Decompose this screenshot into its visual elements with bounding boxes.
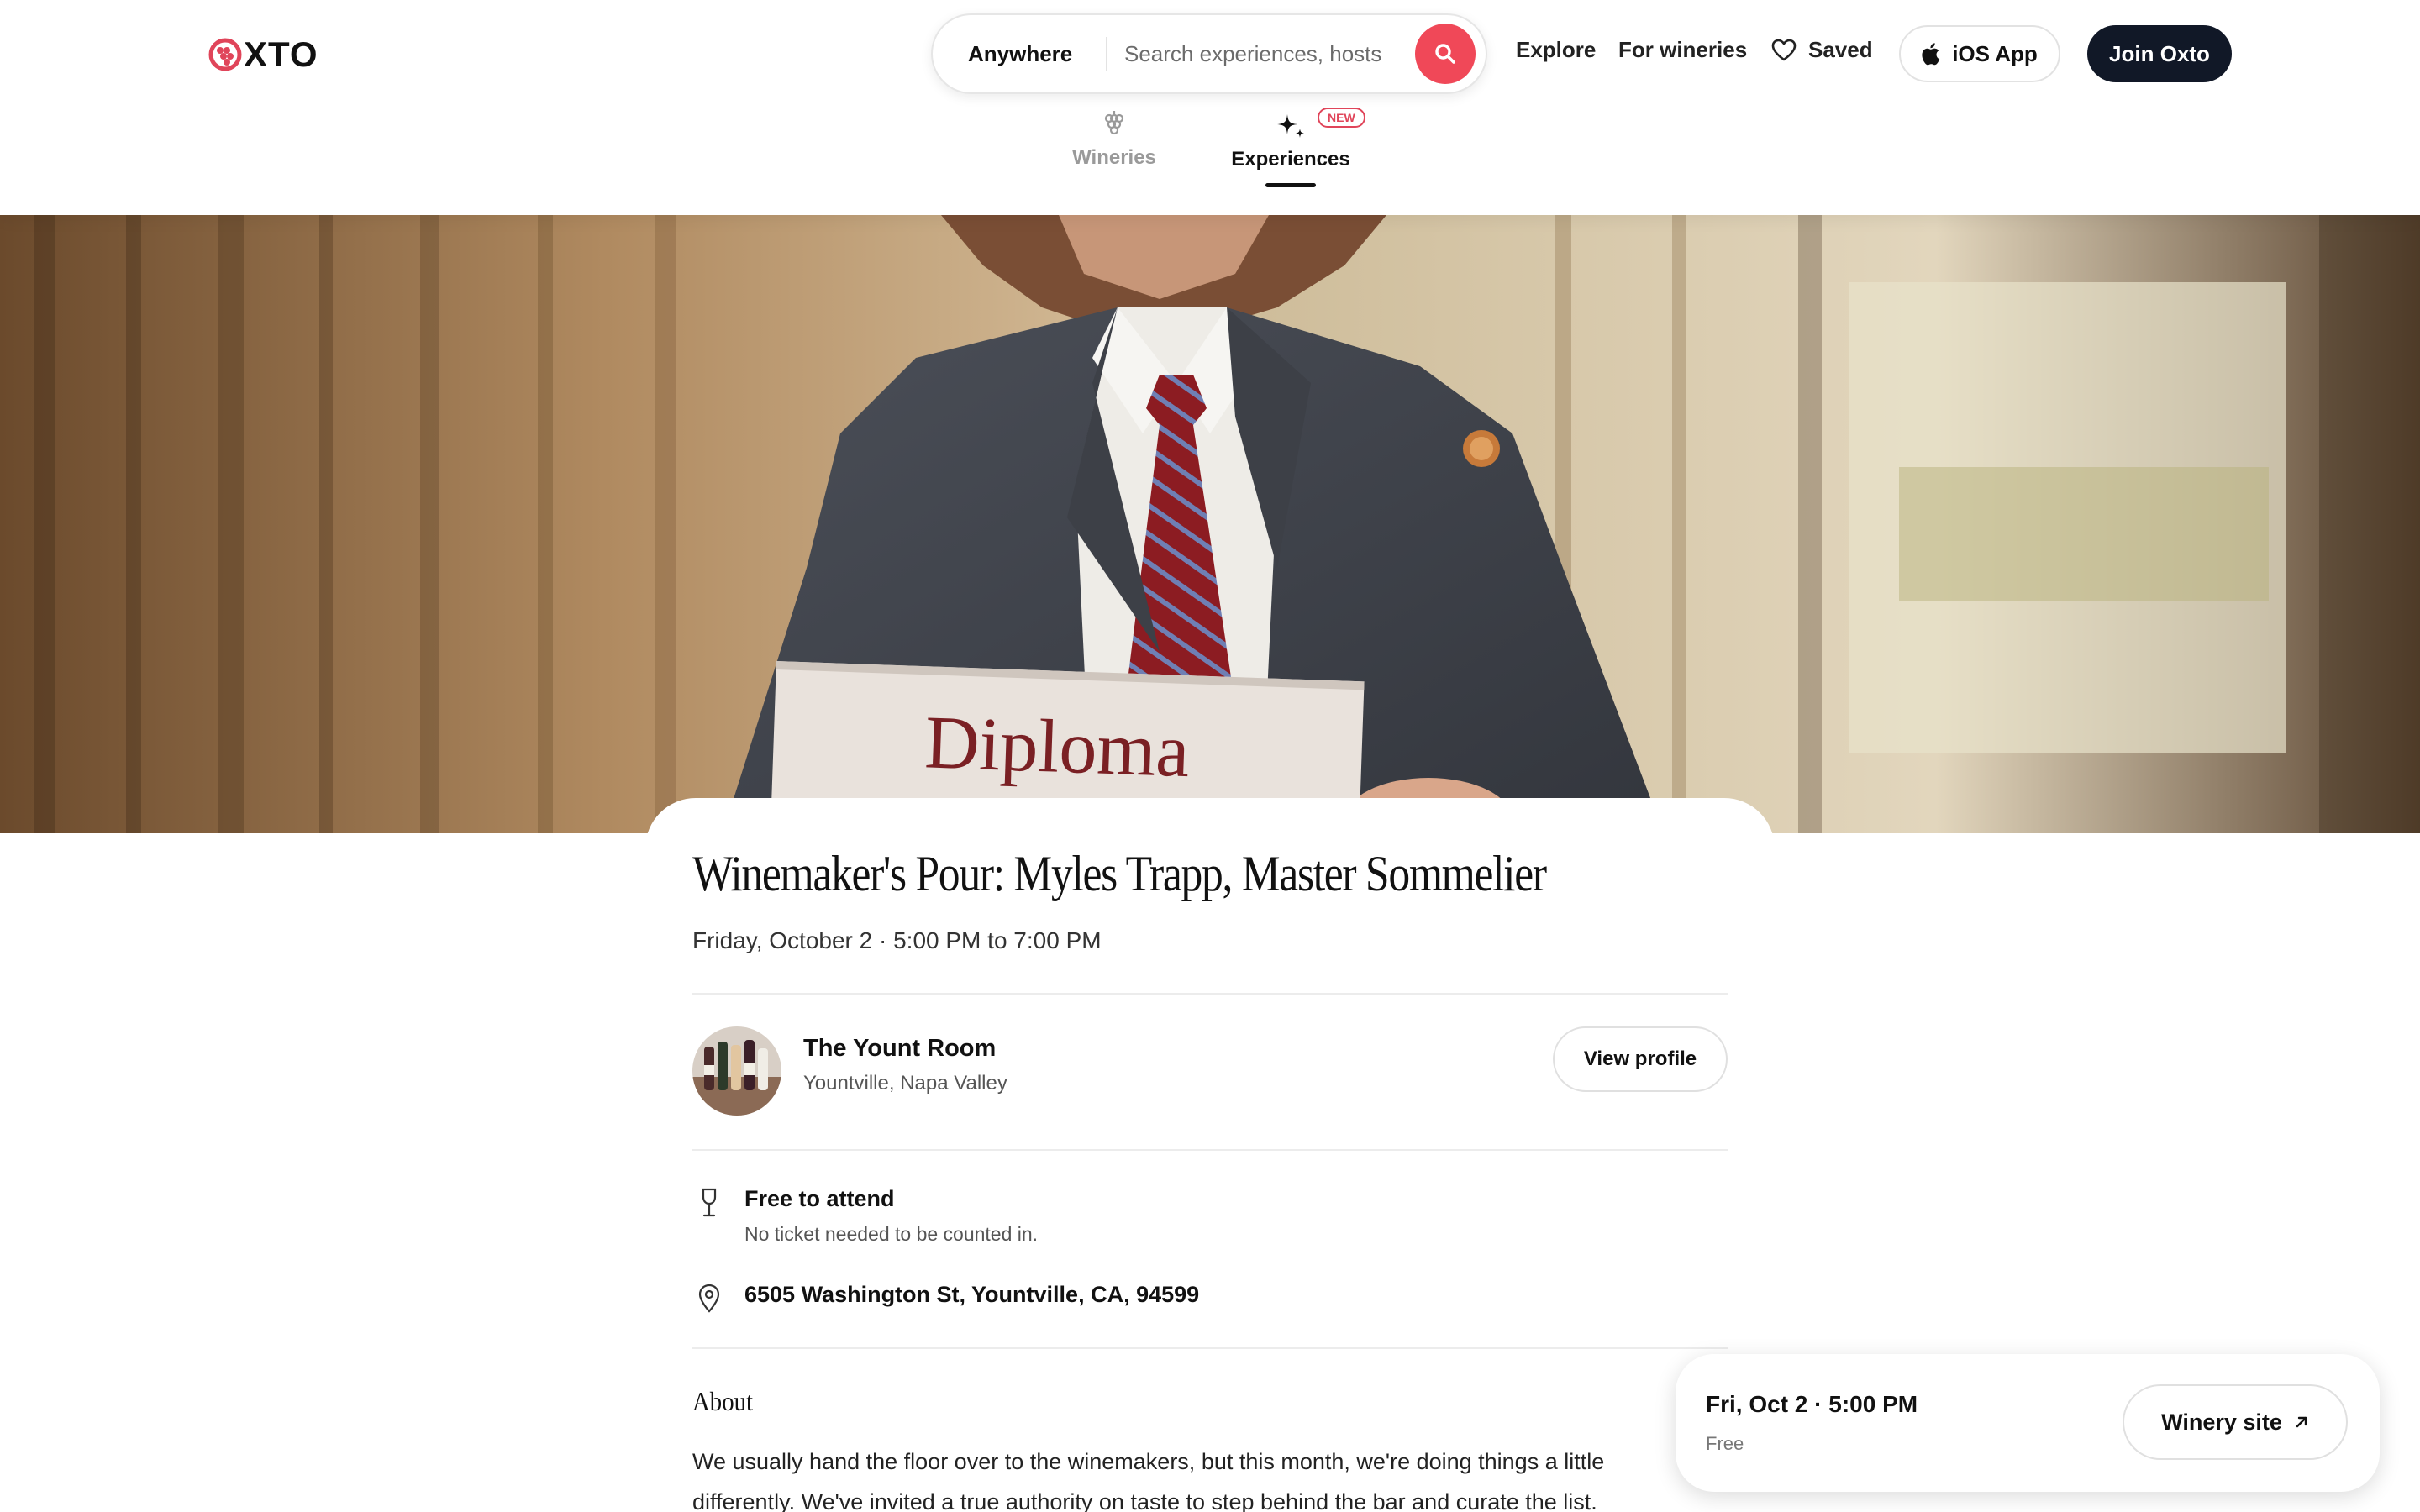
wine-glass-icon	[702, 1188, 717, 1217]
join-button[interactable]: Join Oxto	[2087, 25, 2232, 82]
view-profile-button[interactable]: View profile	[1553, 1026, 1728, 1092]
search-bar[interactable]: Anywhere Search experiences, hosts	[931, 13, 1487, 94]
admission-title: Free to attend	[744, 1186, 895, 1211]
sparkle-icon	[1277, 114, 1304, 138]
saved-label: Saved	[1808, 37, 1873, 62]
booking-datetime: Fri, Oct 2 · 5:00 PM	[1706, 1391, 1918, 1417]
winery-site-button[interactable]: Winery site	[2123, 1384, 2348, 1460]
host-name[interactable]: The Yount Room	[803, 1035, 996, 1063]
search-divider	[1106, 37, 1107, 71]
diploma-sign-text: Diploma	[923, 701, 1191, 793]
active-tab-indicator	[1265, 183, 1316, 187]
tab-wineries[interactable]: Wineries	[1067, 109, 1161, 170]
search-icon	[1435, 44, 1455, 64]
event-datetime: Friday, October 2 · 5:00 PM to 7:00 PM	[692, 927, 1102, 953]
divider	[692, 1149, 1728, 1151]
arrow-up-right-icon	[2296, 1416, 2307, 1428]
grape-logo-icon	[208, 38, 242, 71]
apple-icon	[1922, 43, 1940, 66]
winery-site-label: Winery site	[2161, 1409, 2282, 1435]
about-text: We usually hand the floor over to the wi…	[692, 1449, 1605, 1512]
admission-subtitle: No ticket needed to be counted in.	[744, 1223, 1039, 1245]
tab-wineries-label: Wineries	[1072, 146, 1156, 169]
booking-price: Free	[1706, 1433, 1744, 1454]
host-location: Yountville, Napa Valley	[803, 1072, 1007, 1095]
nav-for-wineries[interactable]: For wineries	[1618, 37, 1747, 63]
oxto-logo[interactable]: XTO	[208, 34, 318, 74]
divider	[692, 993, 1728, 995]
event-address[interactable]: 6505 Washington St, Yountville, CA, 9459…	[744, 1282, 1199, 1308]
heart-icon	[1771, 39, 1797, 60]
event-title: Winemaker's Pour: Myles Trapp, Master So…	[692, 846, 1547, 901]
nav-explore[interactable]: Explore	[1516, 37, 1596, 63]
new-badge: NEW	[1318, 108, 1365, 128]
divider	[692, 1347, 1728, 1349]
nav-saved[interactable]: Saved	[1771, 37, 1873, 63]
ios-app-button[interactable]: iOS App	[1899, 25, 2060, 82]
event-details-card: Winemaker's Pour: Myles Trapp, Master So…	[645, 798, 1775, 1512]
ios-app-label: iOS App	[1952, 40, 2038, 66]
top-header: XTO Anywhere Search experiences, hosts E…	[0, 0, 2420, 215]
hero-image: Diploma	[0, 215, 2420, 833]
booking-bar: Fri, Oct 2 · 5:00 PM Free Winery site	[1676, 1354, 2380, 1492]
about-heading: About	[692, 1386, 753, 1416]
logo-text: XTO	[244, 34, 318, 74]
map-pin-icon	[698, 1284, 720, 1313]
host-avatar[interactable]	[692, 1026, 781, 1116]
search-button[interactable]	[1415, 24, 1476, 84]
grapes-icon	[1104, 111, 1124, 135]
search-input[interactable]: Search experiences, hosts	[1124, 41, 1415, 67]
location-selector[interactable]: Anywhere	[933, 41, 1097, 67]
tab-experiences-label: Experiences	[1231, 148, 1350, 171]
